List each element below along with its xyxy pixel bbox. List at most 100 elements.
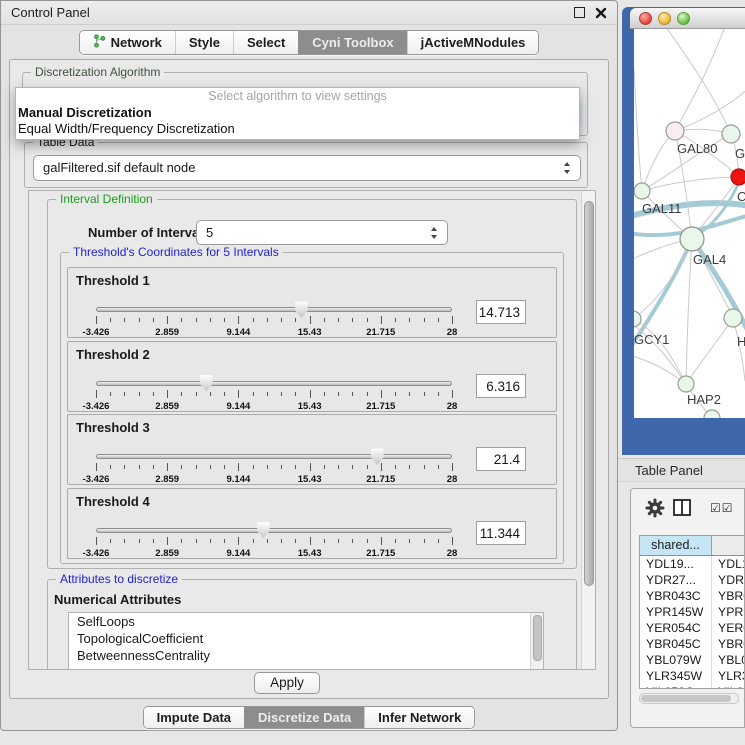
threshold-value-field[interactable]: 14.713 — [476, 300, 526, 324]
gear-icon[interactable] — [645, 498, 665, 523]
thresholds-body: Threshold 1 -3.4262.8599.14415.4321.7152… — [67, 267, 557, 561]
table-row[interactable]: YER054CYER0 — [640, 620, 745, 636]
minimize-traffic-light-icon[interactable] — [658, 12, 671, 25]
list-scrollbar[interactable] — [530, 613, 543, 670]
network-node-label: GAL4 — [693, 252, 726, 267]
slider-track[interactable] — [96, 381, 452, 386]
network-window-titlebar[interactable] — [630, 8, 745, 29]
tab-cyni-toolbox[interactable]: Cyni Toolbox — [298, 31, 406, 54]
cyni-bottom-tabstrip: Impute Data Discretize DataInfer Network — [1, 704, 617, 730]
threshold-panel: Threshold 1 -3.4262.8599.14415.4321.7152… — [67, 267, 557, 338]
table-cell: YER0 — [712, 620, 745, 636]
list-scrollbar-thumb[interactable] — [533, 615, 542, 661]
number-of-intervals-label: Number of Intervals — [88, 225, 210, 240]
control-panel-titlebar: Control Panel — [1, 1, 617, 25]
vertical-scrollbar[interactable] — [581, 191, 595, 669]
attribute-item-topologicalcoefficient[interactable]: TopologicalCoefficient — [69, 630, 543, 647]
slider-tick-labels: -3.4262.8599.14415.4321.71528 — [96, 548, 452, 560]
table-row[interactable]: YPR145WYPR1 — [640, 604, 745, 620]
tab-bar: Network StyleSelectCyni ToolboxjActiveMNo… — [79, 30, 540, 55]
attribute-item-selfloops[interactable]: SelfLoops — [69, 613, 543, 630]
threshold-slider[interactable]: -3.4262.8599.14415.4321.71528 — [96, 298, 452, 338]
bottom-tab-infer-network[interactable]: Infer Network — [364, 707, 474, 728]
network-node[interactable] — [722, 125, 740, 143]
threshold-slider[interactable]: -3.4262.8599.14415.4321.71528 — [96, 445, 452, 485]
network-canvas[interactable]: GAL80GACGAL11GAL4GCY1HHAP2 — [634, 29, 745, 418]
network-node[interactable] — [678, 376, 694, 392]
table-data-combobox[interactable]: galFiltered.sif default node — [33, 155, 581, 181]
bottom-tab-impute-data[interactable]: Impute Data — [144, 707, 244, 728]
algorithm-option-manual-discretization[interactable]: Manual Discretization — [16, 105, 579, 121]
threshold-panel: Threshold 3 -3.4262.8599.14415.4321.7152… — [67, 414, 557, 485]
threshold-slider[interactable]: -3.4262.8599.14415.4321.71528 — [96, 519, 452, 559]
slider-ticks — [96, 463, 452, 472]
threshold-value-field[interactable]: 21.4 — [476, 447, 526, 471]
network-node[interactable] — [724, 309, 742, 327]
table-panel-titlebar: Table Panel — [618, 458, 745, 482]
network-node-label: GAL80 — [677, 141, 717, 156]
table-horizontal-scrollbar[interactable] — [639, 693, 739, 704]
network-node[interactable] — [666, 122, 684, 140]
network-node[interactable] — [634, 183, 650, 199]
numerical-attributes-label: Numerical Attributes — [54, 592, 181, 607]
table-row[interactable]: YDR27...YDR2 — [640, 572, 745, 588]
bottom-tab-discretize-data[interactable]: Discretize Data — [244, 707, 364, 728]
network-edge[interactable] — [692, 239, 733, 318]
algorithm-dropdown-popup: Select algorithm to view settings Manual… — [15, 87, 580, 140]
table-cell: YBR0 — [712, 588, 745, 604]
tab-select[interactable]: Select — [233, 31, 298, 54]
network-edge[interactable] — [686, 318, 733, 384]
tab-jactivemnodules[interactable]: jActiveMNodules — [407, 31, 539, 54]
table-row[interactable]: YDL19...YDL1 — [640, 556, 745, 572]
tab-label: Network — [111, 35, 162, 50]
network-node[interactable] — [680, 227, 704, 251]
number-of-intervals-combobox[interactable]: 5 — [196, 220, 448, 245]
checked-checkboxes-icon[interactable]: ☑☑ — [710, 501, 734, 515]
network-node[interactable] — [731, 169, 745, 185]
threshold-label: Threshold 3 — [76, 420, 150, 435]
column-header-shared-name[interactable]: shared... — [640, 536, 712, 556]
tab-style[interactable]: Style — [175, 31, 233, 54]
attribute-item-betweennesscentrality[interactable]: BetweennessCentrality — [69, 647, 543, 664]
slider-track[interactable] — [96, 528, 452, 533]
algorithm-option-equal-width-frequency-discretization[interactable]: Equal Width/Frequency Discretization — [16, 121, 579, 137]
threshold-value-field[interactable]: 6.316 — [476, 374, 526, 398]
table-row[interactable]: YBR043CYBR0 — [640, 588, 745, 604]
thresholds-coordinates-group: Threshold's Coordinates for 5 Intervals … — [60, 252, 564, 564]
slider-ticks — [96, 316, 452, 325]
split-columns-icon[interactable] — [673, 499, 691, 521]
table-row[interactable]: YLR345WYLR3 — [640, 668, 745, 684]
network-edge[interactable] — [686, 239, 692, 384]
slider-track[interactable] — [96, 454, 452, 459]
zoom-traffic-light-icon[interactable] — [677, 12, 690, 25]
tab-label: Impute Data — [157, 710, 231, 725]
apply-button[interactable]: Apply — [254, 672, 320, 694]
table-row[interactable]: YIL052CYIL0 — [640, 684, 745, 689]
close-icon[interactable] — [595, 7, 607, 19]
network-edge[interactable] — [642, 131, 675, 191]
network-edge[interactable] — [634, 239, 692, 319]
network-edge[interactable] — [642, 177, 739, 191]
combo-value: galFiltered.sif default node — [43, 156, 195, 180]
algorithm-popup-list: Manual DiscretizationEqual Width/Frequen… — [16, 105, 579, 137]
network-edge[interactable] — [733, 318, 745, 381]
table-cell: YDL19... — [640, 556, 712, 572]
network-edge[interactable] — [664, 29, 731, 134]
table-row[interactable]: YBR045CYBR0 — [640, 636, 745, 652]
combo-value: 5 — [206, 221, 213, 245]
network-edge[interactable] — [675, 29, 726, 131]
network-edge[interactable] — [634, 69, 642, 191]
bottom-tab-bar: Impute Data Discretize DataInfer Network — [143, 706, 476, 729]
slider-track[interactable] — [96, 307, 452, 312]
float-window-icon[interactable] — [574, 7, 585, 18]
tab-network[interactable]: Network — [80, 31, 175, 54]
threshold-value-field[interactable]: 11.344 — [476, 521, 526, 545]
close-traffic-light-icon[interactable] — [639, 12, 652, 25]
table-hscrollbar-thumb[interactable] — [641, 695, 731, 702]
vertical-scrollbar-thumb[interactable] — [584, 201, 594, 586]
slider-tick-labels: -3.4262.8599.14415.4321.71528 — [96, 401, 452, 413]
table-row[interactable]: YBL079WYBL0 — [640, 652, 745, 668]
column-header-name[interactable]: na — [712, 536, 745, 556]
threshold-slider[interactable]: -3.4262.8599.14415.4321.71528 — [96, 372, 452, 412]
group-title: Attributes to discretize — [56, 572, 182, 586]
